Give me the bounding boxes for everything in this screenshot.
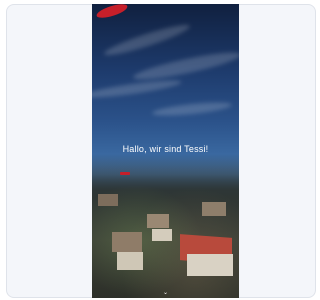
building: [152, 229, 172, 241]
sky-cloud: [102, 20, 192, 60]
hero-cta-button[interactable]: [120, 172, 130, 175]
website-preview[interactable]: Hallo, wir sind Tessi! ⌄: [92, 4, 239, 298]
building: [98, 194, 118, 206]
sky-cloud: [151, 99, 233, 119]
hero-title: Hallo, wir sind Tessi!: [122, 144, 209, 154]
hero-subrow: [106, 172, 130, 175]
building: [112, 232, 142, 252]
city-photo: [92, 154, 239, 298]
building: [117, 252, 143, 270]
sky-cloud: [92, 77, 183, 101]
brand-logo[interactable]: [95, 4, 129, 20]
chevron-down-icon[interactable]: ⌄: [163, 290, 168, 296]
sky-cloud: [131, 47, 239, 85]
building: [187, 254, 233, 276]
building: [202, 202, 226, 216]
building: [147, 214, 169, 228]
